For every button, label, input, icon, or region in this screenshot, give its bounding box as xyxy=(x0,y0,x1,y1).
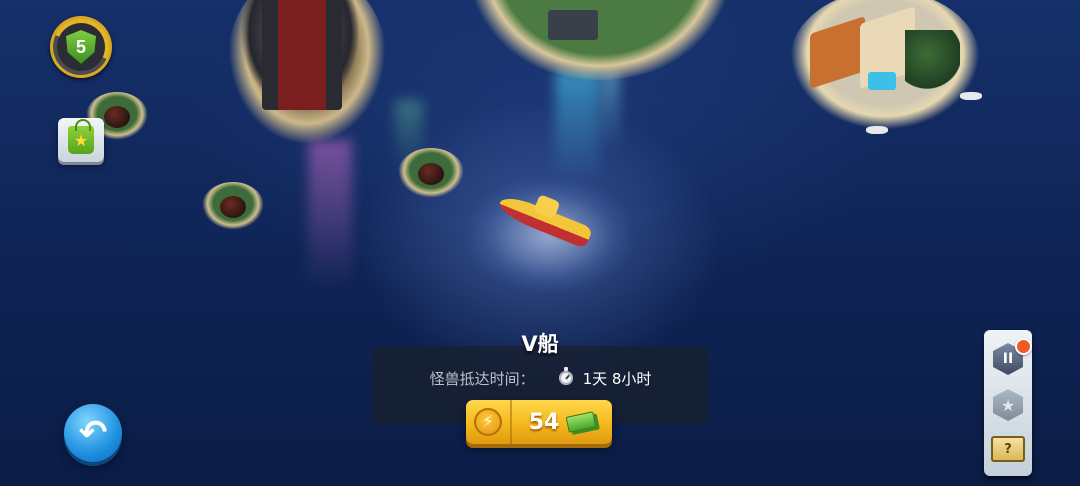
speed-up-cost: 54 xyxy=(512,410,612,435)
cost-value: 54 xyxy=(528,409,560,435)
shop-button[interactable]: ★ xyxy=(58,118,104,162)
arrival-time-row: 怪兽抵达时间： 1天 8小时 xyxy=(372,367,709,389)
tower-building xyxy=(262,0,342,110)
light-reflection xyxy=(308,140,352,290)
player-level-badge[interactable]: 5 xyxy=(50,16,112,78)
back-arrow-icon: ↶ xyxy=(78,413,108,453)
mine-islet[interactable] xyxy=(398,148,464,198)
central-building xyxy=(548,10,598,40)
light-reflection xyxy=(555,70,599,180)
arrival-label: 怪兽抵达时间： xyxy=(429,369,535,388)
speed-up-button[interactable]: ⚡ 54 xyxy=(466,400,612,444)
player-level: 5 xyxy=(75,36,86,57)
moored-boat xyxy=(866,126,888,134)
back-button[interactable]: ↶ xyxy=(64,404,122,462)
swimming-pool xyxy=(868,72,896,90)
stopwatch-icon xyxy=(558,367,573,385)
sea-mine-icon xyxy=(220,196,246,219)
star-button[interactable]: ★ xyxy=(991,388,1025,422)
moored-boat xyxy=(960,92,982,100)
boat-title: V船 xyxy=(521,332,559,356)
notification-dot xyxy=(1015,338,1032,355)
sea-mine-icon xyxy=(104,106,130,129)
shopping-bag-icon: ★ xyxy=(68,119,94,154)
mine-islet[interactable] xyxy=(202,182,264,230)
lightning-bolt-icon: ⚡ xyxy=(474,408,502,436)
star-icon: ★ xyxy=(993,389,1023,421)
light-reflection xyxy=(600,70,620,150)
quest-book-icon: ? xyxy=(991,436,1025,462)
arrival-time-value: 1天 8小时 xyxy=(582,369,652,388)
shield-icon: 5 xyxy=(66,30,96,64)
sea-mine-icon xyxy=(418,163,444,185)
quest-button[interactable]: ? xyxy=(991,432,1025,466)
cash-icon xyxy=(565,411,597,433)
bolt-section: ⚡ xyxy=(466,400,512,444)
tree-cluster xyxy=(905,30,960,90)
